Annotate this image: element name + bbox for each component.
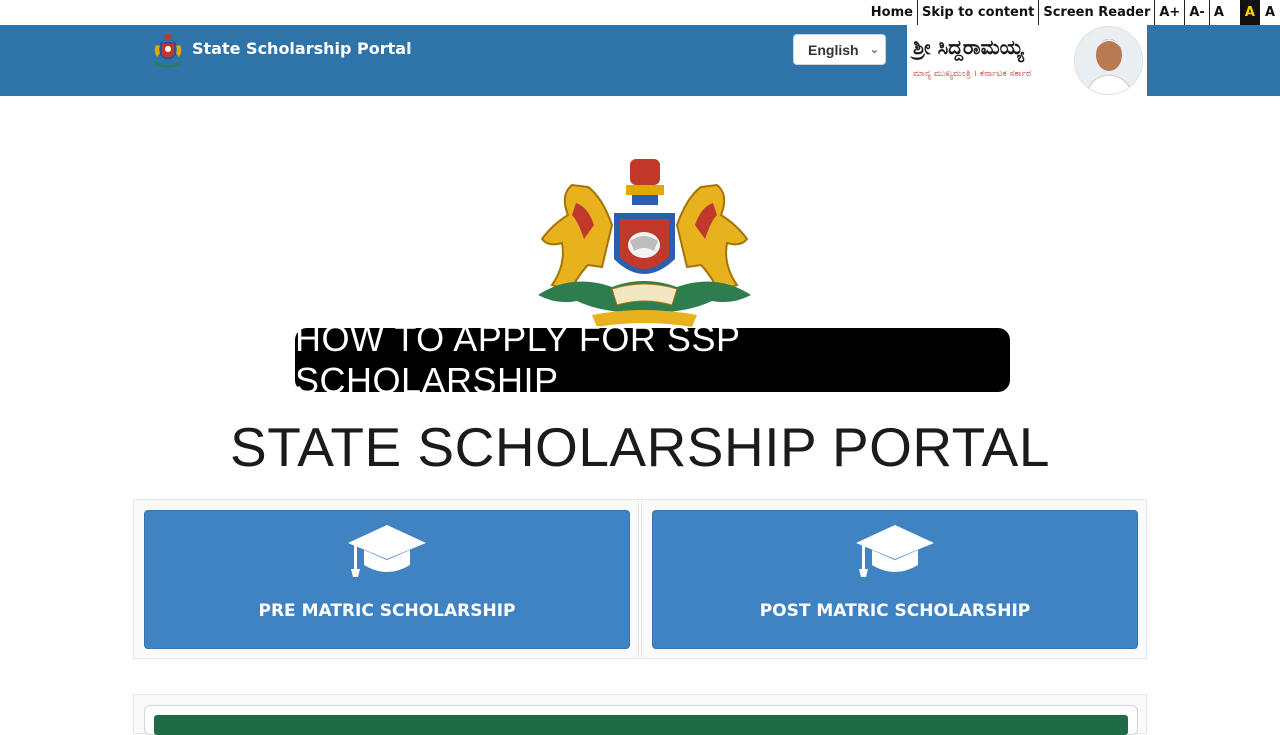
card-container-post-matric: POST MATRIC SCHOLARSHIP (641, 499, 1147, 659)
home-link[interactable]: Home (867, 0, 918, 25)
cm-photo (1074, 26, 1143, 95)
high-contrast-button[interactable]: A (1239, 0, 1260, 25)
cm-name: ಶ್ರೀ ಸಿದ್ದರಾಮಯ್ಯ (913, 35, 1024, 59)
site-title: State Scholarship Portal (192, 38, 412, 58)
normal-contrast-button[interactable]: A (1259, 0, 1280, 25)
karnataka-state-emblem (538, 159, 751, 327)
font-reset-button[interactable]: A (1210, 0, 1228, 25)
person-portrait-icon (1075, 27, 1142, 94)
bottom-green-bar (154, 715, 1128, 735)
post-matric-label: POST MATRIC SCHOLARSHIP (759, 601, 1031, 621)
portal-title: STATE SCHOLARSHIP PORTAL (230, 416, 1050, 478)
post-matric-scholarship-button[interactable]: POST MATRIC SCHOLARSHIP (652, 510, 1138, 649)
utility-links: Home Skip to content Screen Reader A+ A-… (867, 0, 1280, 25)
graduation-cap-icon (856, 525, 934, 577)
caption-text: HOW TO APPLY FOR SSP SCHOLARSHIP (295, 318, 740, 401)
video-caption-banner: HOW TO APPLY FOR SSP SCHOLARSHIP (295, 318, 1010, 401)
pre-matric-scholarship-button[interactable]: PRE MATRIC SCHOLARSHIP (144, 510, 630, 649)
font-decrease-button[interactable]: A- (1185, 0, 1210, 25)
chevron-down-icon: ⌄ (869, 44, 879, 56)
scholarship-cards: PRE MATRIC SCHOLARSHIP POST MATRIC SCHOL… (133, 499, 1147, 659)
pre-matric-label: PRE MATRIC SCHOLARSHIP (258, 601, 516, 621)
cm-subtitle: ಮಾನ್ಯ ಮುಖ್ಯಮಂತ್ರಿ । ಕರ್ನಾಟಕ ಸರ್ಕಾರ (913, 69, 1032, 79)
bottom-panel-inner (144, 705, 1138, 735)
chief-minister-banner: ಶ್ರೀ ಸಿದ್ದರಾಮಯ್ಯ ಮಾನ್ಯ ಮುಖ್ಯಮಂತ್ರಿ । ಕರ್… (907, 25, 1147, 96)
card-container-pre-matric: PRE MATRIC SCHOLARSHIP (133, 499, 639, 659)
bottom-panel (133, 694, 1147, 735)
utility-bar: Home Skip to content Screen Reader A+ A-… (0, 0, 1280, 25)
screen-reader-link[interactable]: Screen Reader (1039, 0, 1156, 25)
language-select-value: English (808, 41, 859, 58)
font-increase-button[interactable]: A+ (1155, 0, 1186, 25)
graduation-cap-icon (348, 525, 426, 577)
skip-to-content-link[interactable]: Skip to content (918, 0, 1040, 25)
site-header: State Scholarship Portal English ⌄ ಶ್ರೀ … (0, 25, 1280, 96)
brand-logo-link[interactable]: State Scholarship Portal (148, 31, 412, 71)
karnataka-emblem-icon (154, 33, 182, 68)
language-select[interactable]: English ⌄ (793, 34, 886, 65)
